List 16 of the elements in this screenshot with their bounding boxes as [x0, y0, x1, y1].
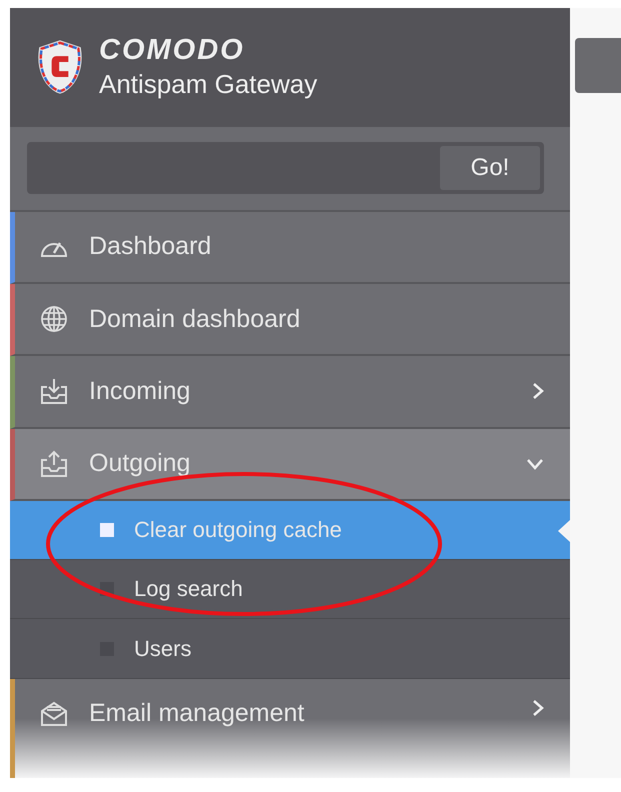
menu-item[interactable]: Incoming: [10, 356, 570, 429]
square-bullet-icon: [100, 522, 114, 537]
submenu-item[interactable]: Clear outgoing cache: [10, 500, 570, 560]
product-name: Antispam Gateway: [99, 69, 318, 100]
menu-item[interactable]: Domain dashboard: [10, 284, 570, 356]
submenu-item[interactable]: Users: [10, 619, 570, 679]
submenu-item[interactable]: Log search: [10, 560, 570, 620]
search-field[interactable]: Go!: [27, 142, 544, 194]
globe-icon: [39, 304, 69, 334]
go-button[interactable]: Go!: [440, 146, 540, 190]
inbox-upload-icon: [39, 450, 69, 478]
menu-item[interactable]: Outgoing: [10, 428, 570, 501]
menu-item[interactable]: Dashboard: [10, 212, 570, 284]
menu-item[interactable]: Email management: [10, 678, 570, 778]
inbox-download-icon: [39, 377, 69, 406]
brand-name: COMODO: [99, 34, 246, 68]
